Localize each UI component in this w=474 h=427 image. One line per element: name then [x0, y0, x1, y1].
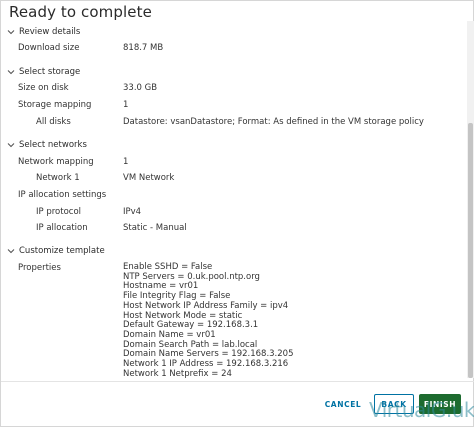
- size-on-disk-value: 33.0 GB: [123, 83, 158, 93]
- download-size-label: Download size: [18, 43, 80, 53]
- network-mapping-label: Network mapping: [18, 157, 94, 167]
- chevron-down-icon: [7, 141, 15, 149]
- all-disks-label: All disks: [36, 117, 71, 127]
- section-customize-template[interactable]: Customize template: [7, 246, 105, 256]
- storage-mapping-label: Storage mapping: [18, 100, 92, 110]
- chevron-down-icon: [7, 247, 15, 255]
- network-1-value: VM Network: [123, 173, 175, 183]
- properties-list: Enable SSHD = False NTP Servers = 0.uk.p…: [123, 262, 293, 379]
- size-on-disk-label: Size on disk: [18, 83, 69, 93]
- review-content: Review details Download size 818.7 MB Se…: [1, 21, 465, 381]
- section-title: Select networks: [19, 140, 87, 150]
- network-mapping-value: 1: [123, 157, 129, 167]
- section-title: Customize template: [19, 246, 105, 256]
- section-title: Select storage: [19, 67, 81, 77]
- download-size-value: 818.7 MB: [123, 43, 164, 53]
- network-1-label: Network 1: [36, 173, 80, 183]
- ip-allocation-settings-label: IP allocation settings: [18, 190, 107, 200]
- section-title: Review details: [19, 27, 81, 37]
- ip-allocation-label: IP allocation: [36, 223, 88, 233]
- properties-label: Properties: [18, 263, 61, 273]
- ip-allocation-value: Static - Manual: [123, 223, 187, 233]
- all-disks-value: Datastore: vsanDatastore; Format: As def…: [123, 117, 424, 127]
- ip-protocol-value: IPv4: [123, 207, 142, 217]
- chevron-down-icon: [7, 68, 15, 76]
- footer-divider: [1, 381, 474, 382]
- ip-protocol-label: IP protocol: [36, 207, 82, 217]
- cancel-button[interactable]: CANCEL: [319, 394, 367, 414]
- storage-mapping-value: 1: [123, 100, 129, 110]
- scrollbar-thumb[interactable]: [468, 123, 473, 378]
- chevron-down-icon: [7, 28, 15, 36]
- property-item: Network 1 Netprefix = 24: [123, 368, 232, 379]
- section-select-storage[interactable]: Select storage: [7, 67, 80, 77]
- section-review-details[interactable]: Review details: [7, 27, 80, 37]
- page-title: Ready to complete: [9, 3, 152, 21]
- watermark: VirtualG.uk: [369, 398, 474, 422]
- section-select-networks[interactable]: Select networks: [7, 140, 87, 150]
- wizard-dialog: Ready to complete Review details Downloa…: [0, 0, 474, 427]
